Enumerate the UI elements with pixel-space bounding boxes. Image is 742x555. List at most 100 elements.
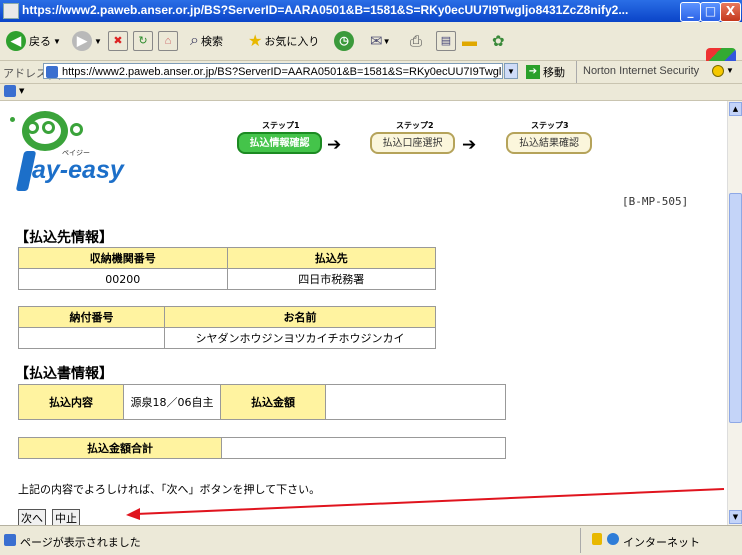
- refresh-icon: ↻: [133, 31, 153, 51]
- go-button[interactable]: ➔ 移動: [526, 64, 565, 80]
- chevron-down-icon: ▼: [94, 36, 102, 46]
- back-button[interactable]: ◀ 戻る ▼: [6, 30, 61, 52]
- history-button[interactable]: ◷: [334, 30, 354, 52]
- step-arrow-icon: ➔: [462, 135, 477, 155]
- star-icon: ★: [248, 33, 263, 50]
- edit-button[interactable]: ▤: [436, 30, 456, 52]
- next-button[interactable]: 次へ: [18, 509, 46, 525]
- step2-number: ステップ2: [396, 121, 434, 130]
- window-title-bar: https://www2.paweb.anser.or.jp/BS?Server…: [0, 0, 742, 22]
- total-table: 払込金額合計: [18, 437, 506, 459]
- forward-button[interactable]: ▶ ▼: [72, 30, 102, 52]
- arrow-line: [135, 488, 725, 515]
- step1-number: ステップ1: [262, 121, 300, 130]
- window-title: https://www2.paweb.anser.or.jp/BS?Server…: [22, 3, 629, 17]
- table-cell: [221, 437, 506, 459]
- page-content: ペイジー ay-easy ステップ1 払込情報確認 ➔ ステップ2 払込口座選択…: [0, 101, 727, 525]
- favorites-label: お気に入り: [264, 36, 320, 48]
- payment-number-table: 納付番号 お名前 シヤダンホウジンヨツカイチホウジンカイ: [18, 306, 437, 349]
- payee-table: 収納機関番号 払込先 00200 四日市税務署: [18, 247, 436, 290]
- history-icon: ◷: [334, 31, 354, 51]
- header-cell: お名前: [163, 306, 437, 328]
- home-icon: ⌂: [158, 31, 178, 51]
- header-cell: 払込先: [226, 247, 436, 269]
- lock-icon: [592, 533, 602, 545]
- messenger-button[interactable]: ✿: [492, 30, 505, 52]
- print-button[interactable]: ⎙: [410, 30, 422, 52]
- go-label: 移動: [543, 67, 565, 79]
- home-button[interactable]: ⌂: [158, 30, 178, 52]
- header-cell: 払込金額合計: [18, 437, 222, 459]
- back-label: 戻る: [29, 36, 51, 48]
- table-cell: 源泉18／06自主: [123, 384, 221, 420]
- status-bar: ページが表示されました インターネット: [0, 525, 742, 555]
- mail-icon: ✉: [370, 33, 383, 50]
- header-cell: 収納機関番号: [18, 247, 228, 269]
- arrow-head-icon: [126, 508, 140, 520]
- search-icon: ⌕: [190, 32, 199, 49]
- logo-text: ay-easy: [32, 156, 124, 184]
- table-cell: [18, 327, 165, 349]
- norton-icon[interactable]: [712, 65, 724, 77]
- stop-icon: ✖: [108, 31, 128, 51]
- status-text: ページが表示されました: [20, 537, 141, 549]
- browser-toolbar: ◀ 戻る ▼ ▶ ▼ ✖ ↻ ⌂ ⌕ 検索 ★ お気に入り ◷ ✉ ▼ ⎙ ▤ ▬…: [0, 22, 742, 80]
- globe-icon: [607, 533, 619, 545]
- cancel-button[interactable]: 中止: [52, 509, 80, 525]
- divider: [580, 528, 581, 553]
- minimize-button[interactable]: _: [680, 2, 701, 22]
- go-arrow-icon: ➔: [526, 65, 540, 79]
- chevron-down-icon: ▼: [726, 66, 734, 75]
- slip-table: 払込内容 源泉18／06自主 払込金額: [18, 384, 506, 420]
- step3-number: ステップ3: [531, 121, 569, 130]
- page-icon: [46, 66, 58, 78]
- annotation-arrow: [126, 488, 725, 520]
- vertical-scrollbar[interactable]: ▲ ▼: [727, 101, 742, 525]
- mail-button[interactable]: ✉ ▼: [370, 30, 391, 52]
- table-cell: シヤダンホウジンヨツカイチホウジンカイ: [163, 327, 437, 349]
- step2-indicator: 払込口座選択: [370, 132, 455, 154]
- close-button[interactable]: X: [720, 2, 741, 22]
- back-arrow-icon: ◀: [6, 31, 26, 51]
- zone-label: インターネット: [623, 537, 700, 549]
- chevron-down-icon: ▼: [382, 36, 391, 46]
- step1-indicator: 払込情報確認: [237, 132, 322, 154]
- maximize-button[interactable]: □: [700, 2, 721, 22]
- tab-page-icon[interactable]: [4, 85, 16, 97]
- print-icon: ⎙: [410, 32, 423, 50]
- folder-icon: ▬: [462, 32, 477, 50]
- scroll-up-button[interactable]: ▲: [729, 102, 742, 116]
- address-bar: アドレス(D) https://www2.paweb.anser.or.jp/B…: [0, 61, 742, 84]
- forward-arrow-icon: ▶: [72, 31, 92, 51]
- payeasy-logo: ペイジー ay-easy: [4, 109, 134, 194]
- search-button[interactable]: ⌕ 検索: [190, 30, 223, 52]
- url-dropdown-button[interactable]: ▼: [504, 63, 518, 79]
- stop-button[interactable]: ✖: [108, 30, 128, 52]
- step3-indicator: 払込結果確認: [506, 132, 592, 154]
- table-cell: [325, 384, 506, 420]
- messenger-icon: ✿: [492, 33, 505, 50]
- refresh-button[interactable]: ↻: [133, 30, 153, 52]
- divider: [576, 61, 577, 83]
- table-cell: 四日市税務署: [226, 268, 436, 290]
- scroll-down-button[interactable]: ▼: [729, 510, 742, 524]
- edit-icon: ▤: [436, 31, 456, 51]
- screen-code: [B-MP-505]: [622, 195, 689, 208]
- search-label: 検索: [200, 36, 223, 48]
- table-cell: 00200: [18, 268, 228, 290]
- ie-page-icon: [3, 3, 19, 19]
- favorites-button[interactable]: ★ お気に入り: [248, 30, 319, 52]
- url-input[interactable]: https://www2.paweb.anser.or.jp/BS?Server…: [43, 63, 503, 79]
- payee-section-title: 【払込先情報】: [15, 230, 113, 246]
- chevron-down-icon: ▼: [53, 36, 61, 46]
- header-cell: 払込金額: [220, 384, 326, 420]
- norton-label[interactable]: Norton Internet Security: [583, 65, 699, 77]
- step-arrow-icon: ➔: [327, 135, 342, 155]
- page-loaded-icon: [4, 534, 16, 546]
- links-bar: ▼: [0, 84, 742, 101]
- header-cell: 払込内容: [18, 384, 124, 420]
- scroll-thumb[interactable]: [729, 193, 742, 423]
- discuss-button[interactable]: ▬: [462, 30, 477, 52]
- chevron-down-icon: ▼: [19, 87, 25, 95]
- slip-section-title: 【払込書情報】: [15, 366, 113, 382]
